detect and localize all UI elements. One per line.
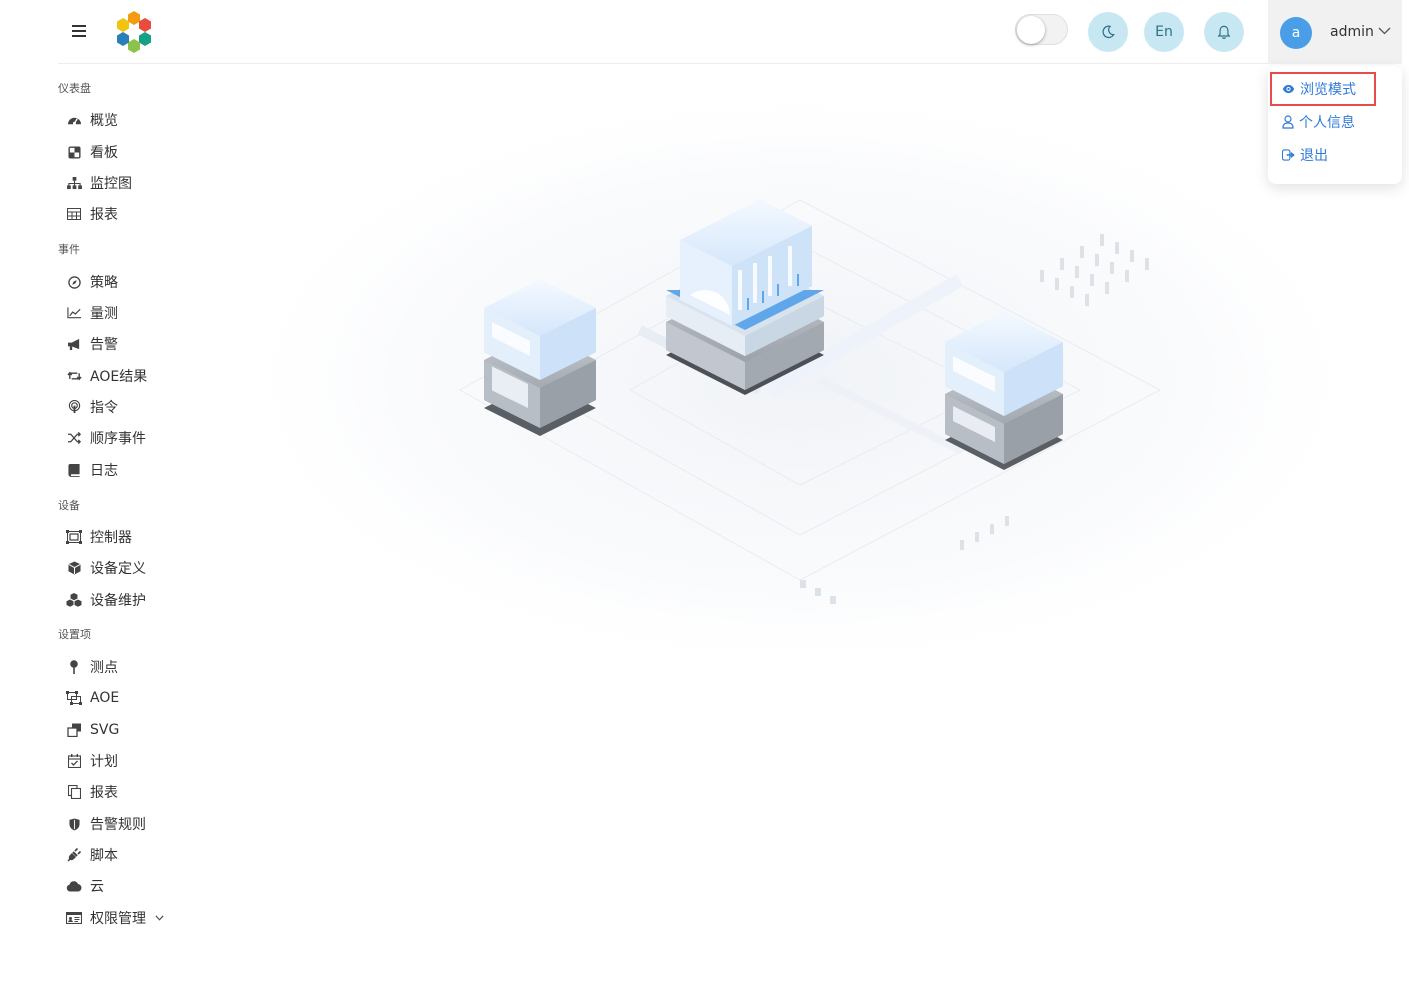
nav-label: 测点 [90, 660, 118, 676]
sitemap-icon [66, 176, 82, 189]
object-ungroup-icon [66, 691, 82, 705]
object-group-icon [66, 530, 82, 544]
language-label: En [1155, 24, 1173, 40]
top-header: En a admin [58, 0, 1402, 64]
sidebar-item-plan[interactable]: 计划 [66, 750, 118, 772]
sidebar-item-board[interactable]: 看板 [66, 141, 118, 163]
shuffle-icon [67, 432, 81, 444]
nav-label: 控制器 [90, 530, 132, 546]
app-logo [117, 11, 151, 53]
menu-toggle-button[interactable] [68, 20, 90, 42]
line-chart-icon [66, 307, 81, 319]
calendar-check-icon [67, 754, 81, 768]
sidebar-item-alarm-rules[interactable]: 告警规则 [66, 813, 146, 835]
sidebar-item-command[interactable]: 指令 [66, 396, 118, 418]
section-title-events: 事件 [58, 243, 80, 256]
sidebar-item-cloud[interactable]: 云 [66, 875, 104, 897]
avatar-initial: a [1291, 25, 1301, 41]
nav-label: 设备维护 [90, 593, 146, 609]
chevron-down-icon [1378, 27, 1391, 35]
nav-label: 概览 [90, 113, 118, 129]
nav-label: 量测 [90, 306, 118, 322]
clone-icon [66, 723, 81, 737]
nav-label: AOE结果 [90, 369, 148, 385]
cube-icon [67, 561, 81, 575]
nav-label: 告警 [90, 337, 118, 353]
sidebar-item-device-definition[interactable]: 设备定义 [66, 557, 146, 579]
nav-label: 权限管理 [90, 911, 146, 927]
shield-icon [68, 818, 80, 830]
theme-toggle-switch[interactable] [1015, 14, 1068, 45]
chevron-down-icon [155, 915, 164, 921]
section-title-settings: 设置项 [58, 628, 91, 641]
sidebar-item-strategy[interactable]: 策略 [66, 271, 118, 293]
bullhorn-icon [67, 338, 79, 350]
book-icon [68, 463, 80, 477]
sidebar-item-svg[interactable]: SVG [66, 719, 119, 741]
nav-label: 看板 [90, 145, 118, 161]
hamburger-icon [72, 25, 86, 37]
board-icon [67, 145, 81, 159]
app-root: En a admin 浏览模式 个人信息 退出 仪表盘 概览 看板 监控图 报表… [0, 0, 1409, 981]
sidebar-item-script[interactable]: 脚本 [66, 844, 118, 866]
sidebar-item-measure[interactable]: 量测 [66, 302, 118, 324]
sidebar-item-report-settings[interactable]: 报表 [66, 781, 118, 803]
sidebar-item-device-maintenance[interactable]: 设备维护 [66, 589, 146, 611]
sidebar-item-measure-point[interactable]: 测点 [66, 656, 118, 678]
nav-label: 策略 [90, 275, 118, 291]
nav-label: 指令 [90, 400, 118, 416]
nav-label: 监控图 [90, 176, 132, 192]
id-card-icon [66, 912, 82, 924]
section-title-dashboard: 仪表盘 [58, 82, 91, 95]
sidebar-item-overview[interactable]: 概览 [66, 109, 118, 131]
dark-mode-button[interactable] [1088, 12, 1128, 52]
nav-label: 设备定义 [90, 561, 146, 577]
language-button[interactable]: En [1144, 12, 1184, 52]
sidebar-item-log[interactable]: 日志 [66, 459, 118, 481]
sidebar-item-permissions[interactable]: 权限管理 [66, 907, 164, 929]
nav-label: 云 [90, 879, 104, 895]
cloud-icon [66, 880, 82, 891]
sidebar-item-report[interactable]: 报表 [66, 203, 118, 225]
sidebar-item-aoe-result[interactable]: AOE结果 [66, 365, 147, 387]
dashboard-gauge-icon [67, 117, 81, 125]
nav-label: 告警规则 [90, 817, 146, 833]
sidebar-item-alarm[interactable]: 告警 [66, 333, 118, 355]
notification-button[interactable] [1204, 12, 1244, 52]
moon-icon [1102, 25, 1115, 39]
nav-label: 顺序事件 [90, 431, 146, 447]
avatar: a [1280, 17, 1312, 49]
map-pin-icon [70, 660, 78, 674]
nav-label: AOE [90, 690, 120, 706]
nav-label: 报表 [90, 785, 118, 801]
copy-icon [67, 785, 81, 799]
nav-label: 报表 [90, 207, 118, 223]
nav-label: 日志 [90, 463, 118, 479]
podcast-icon [68, 400, 80, 414]
sidebar-item-monitor[interactable]: 监控图 [66, 172, 132, 194]
server-illustration [220, 80, 1380, 680]
compass-icon [67, 275, 81, 289]
retweet-icon [66, 371, 82, 381]
plug-icon [66, 848, 81, 862]
nav-label: 脚本 [90, 848, 118, 864]
username: admin [1330, 24, 1374, 40]
section-title-devices: 设备 [58, 499, 80, 512]
nav-label: SVG [90, 722, 120, 738]
sidebar-item-aoe[interactable]: AOE [66, 687, 119, 709]
bell-icon [1217, 25, 1231, 39]
sidebar-item-sequence-events[interactable]: 顺序事件 [66, 427, 146, 449]
nav-label: 计划 [90, 754, 118, 770]
switch-knob [1017, 16, 1045, 44]
sidebar-item-controller[interactable]: 控制器 [66, 526, 132, 548]
cubes-icon [66, 593, 82, 607]
table-icon [67, 208, 81, 220]
user-menu-trigger[interactable]: a admin [1268, 0, 1402, 64]
